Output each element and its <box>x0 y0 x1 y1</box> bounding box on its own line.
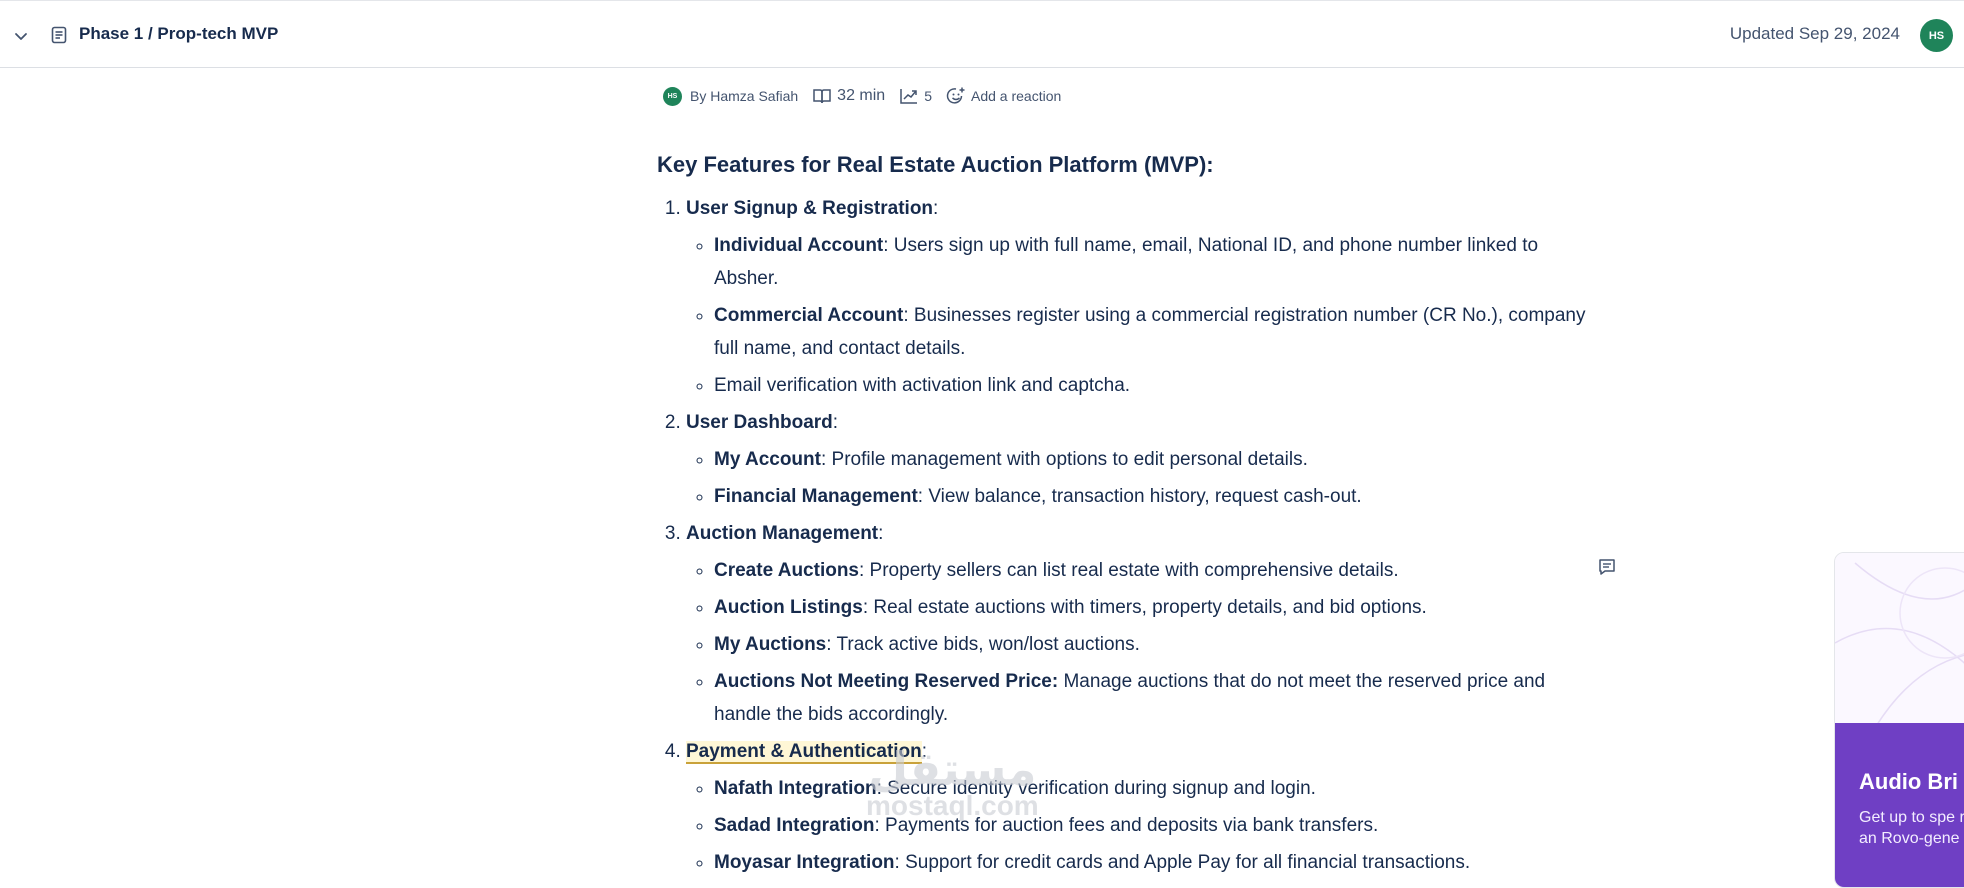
sub-list: Nafath Integration: Secure identity veri… <box>686 772 1592 879</box>
item-bold: Sadad Integration <box>714 815 875 836</box>
list-item: Individual Account: Users sign up with f… <box>714 229 1592 295</box>
author-avatar[interactable]: HS <box>663 86 682 106</box>
list-item: Create Auctions: Property sellers can li… <box>714 554 1592 587</box>
item-bold: Auction Listings <box>714 597 863 618</box>
analytics-icon <box>900 89 918 104</box>
item-text: : Real estate auctions with timers, prop… <box>862 597 1427 618</box>
sub-list: Individual Account: Users sign up with f… <box>686 229 1592 402</box>
view-count-value: 5 <box>924 88 932 104</box>
sub-list: Create Auctions: Property sellers can li… <box>686 554 1592 731</box>
card-illustration <box>1835 553 1964 729</box>
item-bold: Moyasar Integration <box>714 852 895 873</box>
item-bold: Commercial Account <box>714 305 904 326</box>
avatar[interactable]: HS <box>1920 19 1953 52</box>
view-count[interactable]: 5 <box>899 87 932 105</box>
item-text: : View balance, transaction history, req… <box>917 486 1362 507</box>
section-title: Auction Management <box>686 523 879 544</box>
book-icon <box>813 89 831 104</box>
card-title: Audio Bri <box>1859 769 1958 794</box>
decorative-lines <box>1835 562 1964 729</box>
watermark: مستقل mostaql.com <box>866 746 1039 820</box>
item-bold: Nafath Integration <box>714 778 877 799</box>
watermark-latin: mostaql.com <box>866 790 1039 821</box>
item-text: Email verification with activation link … <box>714 375 1131 396</box>
comment-icon[interactable] <box>1597 557 1617 577</box>
item-text: : Property sellers can list real estate … <box>859 560 1399 581</box>
add-reaction-label: Add a reaction <box>971 88 1062 104</box>
page-header: Phase 1 / Prop-tech MVP Updated Sep 29, … <box>0 0 1964 68</box>
list-item: Financial Management: View balance, tran… <box>714 480 1592 513</box>
section-heading: Key Features for Real Estate Auction Pla… <box>657 152 1214 177</box>
card-description: Get up to spe related to this an Rovo-ge… <box>1859 809 1964 847</box>
list-item: User Signup & Registration: Individual A… <box>686 192 1592 402</box>
item-bold: Create Auctions <box>714 560 859 581</box>
feature-list: User Signup & Registration: Individual A… <box>657 192 1592 879</box>
item-text: : Profile management with options to edi… <box>820 449 1308 470</box>
sub-list: My Account: Profile management with opti… <box>686 443 1592 513</box>
card-body <box>1835 723 1964 887</box>
list-item: Nafath Integration: Secure identity veri… <box>714 772 1592 805</box>
emoji-add-icon <box>946 87 965 104</box>
read-time: 32 min <box>812 87 885 105</box>
chevron-down-icon[interactable] <box>12 27 30 45</box>
page-icon <box>51 26 67 44</box>
byline: HS By Hamza Safiah 32 min 5 Add a reacti… <box>663 86 1061 106</box>
list-item: Payment & Authentication: Nafath Integra… <box>686 735 1592 879</box>
list-item: My Account: Profile management with opti… <box>714 443 1592 476</box>
item-bold: Individual Account <box>714 235 884 256</box>
read-time-value: 32 min <box>837 87 886 104</box>
add-reaction-button[interactable]: Add a reaction <box>946 86 1061 106</box>
section-title: User Dashboard <box>686 412 833 433</box>
list-item: Auction Listings: Real estate auctions w… <box>714 591 1592 624</box>
item-bold: Financial Management <box>714 486 918 507</box>
watermark-arabic: مستقل <box>868 743 1037 795</box>
list-item: User Dashboard: My Account: Profile mana… <box>686 406 1592 513</box>
page-content: Key Features for Real Estate Auction Pla… <box>657 146 1592 883</box>
list-item: Auction Management: Create Auctions: Pro… <box>686 517 1592 731</box>
item-bold: My Auctions <box>714 634 827 655</box>
section-title: User Signup & Registration <box>686 198 934 219</box>
list-item: My Auctions: Track active bids, won/lost… <box>714 628 1592 661</box>
list-item: Sadad Integration: Payments for auction … <box>714 809 1592 842</box>
item-bold: Auctions Not Meeting Reserved Price: <box>714 671 1059 692</box>
list-item: Auctions Not Meeting Reserved Price: Man… <box>714 665 1592 731</box>
list-item: Email verification with activation link … <box>714 369 1592 402</box>
breadcrumb[interactable]: Phase 1 / Prop-tech MVP <box>79 24 278 44</box>
last-updated: Updated Sep 29, 2024 <box>1729 24 1900 43</box>
list-item: Commercial Account: Businesses register … <box>714 299 1592 365</box>
item-bold: My Account <box>714 449 821 470</box>
item-text: : Track active bids, won/lost auctions. <box>826 634 1140 655</box>
author-name[interactable]: By Hamza Safiah <box>690 88 798 104</box>
audio-brief-card[interactable]: Audio Bri Get up to spe related to this … <box>1834 552 1964 888</box>
list-item: Moyasar Integration: Support for credit … <box>714 846 1592 879</box>
item-text: : Support for credit cards and Apple Pay… <box>894 852 1471 873</box>
